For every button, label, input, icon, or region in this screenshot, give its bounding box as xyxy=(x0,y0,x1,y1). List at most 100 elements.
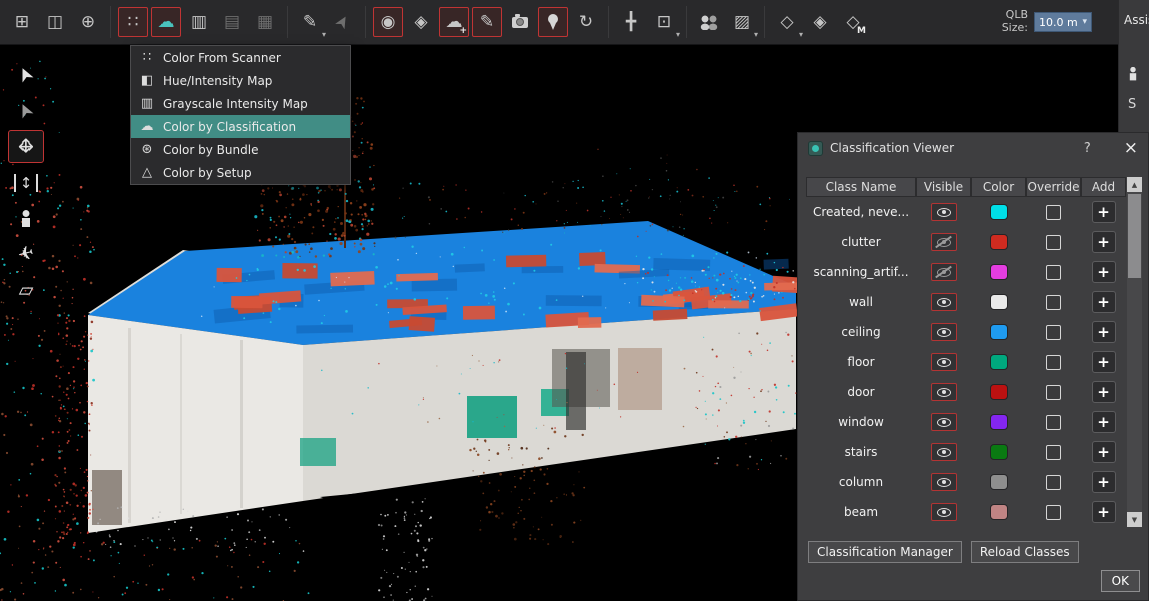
column-header-override[interactable]: Override xyxy=(1026,177,1081,197)
fly-tool-icon[interactable]: ✈ xyxy=(8,238,44,271)
menu-item-color-by-bundle[interactable]: ⊛Color by Bundle xyxy=(131,138,350,161)
add-class-button[interactable]: + xyxy=(1092,201,1116,223)
color-swatch[interactable] xyxy=(990,324,1008,340)
paint-tool-icon[interactable]: ✎▾ xyxy=(295,7,325,37)
visibility-on-eye-icon[interactable] xyxy=(931,473,957,491)
perspective-box-tool-icon[interactable]: ▱ xyxy=(8,274,44,307)
color-swatch[interactable] xyxy=(990,294,1008,310)
override-checkbox[interactable] xyxy=(1046,295,1061,310)
add-class-button[interactable]: + xyxy=(1092,351,1116,373)
visibility-off-eye-icon[interactable] xyxy=(931,233,957,251)
visibility-on-eye-icon[interactable] xyxy=(931,203,957,221)
new-view-icon[interactable]: ⊞ xyxy=(7,7,37,37)
pan-orbit-tool-icon[interactable] xyxy=(8,130,44,163)
color-by-classification-icon[interactable]: ☁ xyxy=(151,7,181,37)
pick-tool-icon[interactable]: ➤ xyxy=(8,94,44,127)
override-checkbox[interactable] xyxy=(1046,355,1061,370)
menu-item-color-from-scanner[interactable]: ∷Color From Scanner xyxy=(131,46,350,69)
qlb-mode-icon[interactable]: ◇M xyxy=(838,7,868,37)
walk-tool-icon[interactable] xyxy=(8,202,44,235)
add-class-button[interactable]: + xyxy=(1092,291,1116,313)
view-cube-icon[interactable]: ◇▾ xyxy=(772,7,802,37)
scrollbar-track[interactable] xyxy=(1127,192,1142,512)
location-pin-icon[interactable] xyxy=(538,7,568,37)
visibility-on-eye-icon[interactable] xyxy=(931,323,957,341)
visibility-on-eye-icon[interactable] xyxy=(931,353,957,371)
column-header-add[interactable]: Add xyxy=(1081,177,1126,197)
visibility-on-eye-icon[interactable] xyxy=(931,293,957,311)
hatch-fill-icon[interactable]: ▨▾ xyxy=(727,7,757,37)
override-checkbox[interactable] xyxy=(1046,505,1061,520)
users-icon[interactable] xyxy=(694,7,724,37)
menu-item-color-by-classification[interactable]: ☁Color by Classification xyxy=(131,115,350,138)
add-class-button[interactable]: + xyxy=(1092,321,1116,343)
measure-pen-icon[interactable]: ✎ xyxy=(472,7,502,37)
tag-annotation-icon[interactable]: ◈ xyxy=(406,7,436,37)
add-class-button[interactable]: + xyxy=(1092,261,1116,283)
clip-box-icon[interactable]: ⊡▾ xyxy=(649,7,679,37)
select-tool-icon[interactable]: ➤ xyxy=(8,58,44,91)
column-header-visible[interactable]: Visible xyxy=(916,177,971,197)
scroll-down-icon[interactable]: ▼ xyxy=(1127,512,1142,527)
classification-manager-button[interactable]: Classification Manager xyxy=(808,541,962,563)
add-class-button[interactable]: + xyxy=(1092,381,1116,403)
column-header-color[interactable]: Color xyxy=(971,177,1026,197)
wireframe-cube-icon[interactable]: ◈ xyxy=(805,7,835,37)
color-swatch[interactable] xyxy=(990,384,1008,400)
table-scrollbar[interactable]: ▲ ▼ xyxy=(1127,177,1142,527)
visibility-on-eye-icon[interactable] xyxy=(931,383,957,401)
menu-item-color-by-setup[interactable]: △Color by Setup xyxy=(131,161,350,184)
add-class-button[interactable]: + xyxy=(1092,471,1116,493)
color-swatch[interactable] xyxy=(990,444,1008,460)
color-swatch[interactable] xyxy=(990,204,1008,220)
assistant-panel-item[interactable]: S xyxy=(1128,97,1149,112)
color-swatch[interactable] xyxy=(990,414,1008,430)
override-checkbox[interactable] xyxy=(1046,475,1061,490)
visibility-on-eye-icon[interactable] xyxy=(931,443,957,461)
ok-button[interactable]: OK xyxy=(1101,570,1140,592)
add-class-button[interactable]: + xyxy=(1092,231,1116,253)
color-swatch[interactable] xyxy=(990,264,1008,280)
zoom-select-icon[interactable]: ⊕ xyxy=(73,7,103,37)
override-checkbox[interactable] xyxy=(1046,385,1061,400)
override-checkbox[interactable] xyxy=(1046,325,1061,340)
add-class-button[interactable]: + xyxy=(1092,501,1116,523)
add-class-button[interactable]: + xyxy=(1092,441,1116,463)
pointer-tool-icon[interactable]: ➤ xyxy=(328,7,358,37)
override-checkbox[interactable] xyxy=(1046,205,1061,220)
transform-points-icon[interactable]: ╋ xyxy=(616,7,646,37)
assistant-user-icon[interactable] xyxy=(1127,65,1149,83)
map-view-icon[interactable]: ▤ xyxy=(217,7,247,37)
assistant-panel-title[interactable]: Assis xyxy=(1119,0,1149,27)
orbit-sync-icon[interactable]: ↻ xyxy=(571,7,601,37)
elevation-tool-icon[interactable] xyxy=(8,166,44,199)
override-checkbox[interactable] xyxy=(1046,415,1061,430)
menu-item-grayscale-intensity-map[interactable]: ▥Grayscale Intensity Map xyxy=(131,92,350,115)
add-class-button[interactable]: + xyxy=(1092,411,1116,433)
menu-item-hue-intensity-map[interactable]: ◧Hue/Intensity Map xyxy=(131,69,350,92)
cascade-windows-icon[interactable]: ◫ xyxy=(40,7,70,37)
close-button[interactable]: × xyxy=(1124,140,1138,157)
color-from-scanner-icon[interactable]: ∷ xyxy=(118,7,148,37)
color-swatch[interactable] xyxy=(990,474,1008,490)
limit-box-icon[interactable]: ◉ xyxy=(373,7,403,37)
override-checkbox[interactable] xyxy=(1046,265,1061,280)
color-swatch[interactable] xyxy=(990,234,1008,250)
visibility-on-eye-icon[interactable] xyxy=(931,503,957,521)
override-checkbox[interactable] xyxy=(1046,235,1061,250)
column-header-class-name[interactable]: Class Name xyxy=(806,177,916,197)
scrollbar-thumb[interactable] xyxy=(1128,194,1141,278)
override-checkbox[interactable] xyxy=(1046,445,1061,460)
grayscale-intensity-icon[interactable]: ▥ xyxy=(184,7,214,37)
visibility-on-eye-icon[interactable] xyxy=(931,413,957,431)
cloud-add-icon[interactable]: ☁+ xyxy=(439,7,469,37)
camera-icon[interactable] xyxy=(505,7,535,37)
color-swatch[interactable] xyxy=(990,504,1008,520)
scroll-up-icon[interactable]: ▲ xyxy=(1127,177,1142,192)
color-swatch[interactable] xyxy=(990,354,1008,370)
qlb-size-select[interactable]: 10.0 m ▾ xyxy=(1034,12,1092,32)
visibility-off-eye-icon[interactable] xyxy=(931,263,957,281)
help-button[interactable]: ? xyxy=(1084,141,1091,156)
reload-classes-button[interactable]: Reload Classes xyxy=(971,541,1079,563)
image-view-icon[interactable]: ▦ xyxy=(250,7,280,37)
